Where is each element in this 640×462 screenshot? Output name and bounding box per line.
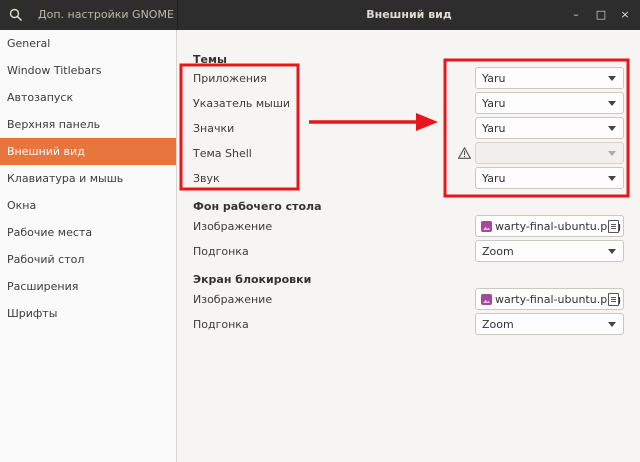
title-bar: Доп. настройки GNOME Внешний вид – □ ×: [0, 0, 640, 30]
app-title: Доп. настройки GNOME: [38, 8, 174, 21]
main-panel: Темы Приложения Yaru Указатель мыши Yaru…: [178, 30, 640, 462]
background-file-name: warty-final-ubuntu.png: [495, 220, 622, 233]
background-adjustment-select[interactable]: Zoom: [475, 240, 624, 262]
lockscreen-heading: Экран блокировки: [193, 273, 312, 286]
maximize-button[interactable]: □: [593, 7, 609, 23]
chevron-down-icon: [608, 249, 616, 254]
sidebar: General Window Titlebars Автозапуск Верх…: [0, 30, 177, 462]
sidebar-item-window-titlebars[interactable]: Window Titlebars: [0, 57, 176, 84]
sidebar-item-workspaces[interactable]: Рабочие места: [0, 219, 176, 246]
icons-theme-value: Yaru: [482, 122, 506, 135]
chevron-down-icon: [608, 322, 616, 327]
document-icon: [608, 293, 619, 306]
cursor-theme-value: Yaru: [482, 97, 506, 110]
applications-theme-select[interactable]: Yaru: [475, 67, 624, 89]
chevron-down-icon: [608, 176, 616, 181]
sound-theme-value: Yaru: [482, 172, 506, 185]
sidebar-item-extensions[interactable]: Расширения: [0, 273, 176, 300]
icons-label: Значки: [193, 122, 235, 135]
shell-theme-select: [475, 142, 624, 164]
applications-theme-value: Yaru: [482, 72, 506, 85]
lockscreen-image-chooser[interactable]: warty-final-ubuntu.png: [475, 288, 624, 310]
sound-theme-select[interactable]: Yaru: [475, 167, 624, 189]
sidebar-item-top-bar[interactable]: Верхняя панель: [0, 111, 176, 138]
sidebar-item-keyboard-mouse[interactable]: Клавиатура и мышь: [0, 165, 176, 192]
warning-icon: [458, 147, 471, 159]
chevron-down-icon: [608, 101, 616, 106]
lockscreen-file-name: warty-final-ubuntu.png: [495, 293, 622, 306]
lockscreen-adjustment-value: Zoom: [482, 318, 514, 331]
lockscreen-adjustment-label: Подгонка: [193, 318, 249, 331]
lockscreen-image-label: Изображение: [193, 293, 273, 306]
cursor-label: Указатель мыши: [193, 97, 291, 110]
shell-theme-label: Тема Shell: [193, 147, 252, 160]
sidebar-item-autostart[interactable]: Автозапуск: [0, 84, 176, 111]
sidebar-item-fonts[interactable]: Шрифты: [0, 300, 176, 327]
image-file-icon: [481, 221, 492, 232]
sidebar-item-windows[interactable]: Окна: [0, 192, 176, 219]
chevron-down-icon: [608, 151, 616, 156]
sidebar-item-appearance[interactable]: Внешний вид: [0, 138, 176, 165]
image-file-icon: [481, 294, 492, 305]
icons-theme-select[interactable]: Yaru: [475, 117, 624, 139]
document-icon: [608, 220, 619, 233]
background-adjustment-label: Подгонка: [193, 245, 249, 258]
background-image-chooser[interactable]: warty-final-ubuntu.png: [475, 215, 624, 237]
close-button[interactable]: ×: [617, 7, 633, 23]
background-image-label: Изображение: [193, 220, 273, 233]
chevron-down-icon: [608, 126, 616, 131]
sidebar-item-desktop[interactable]: Рабочий стол: [0, 246, 176, 273]
applications-label: Приложения: [193, 72, 267, 85]
sound-label: Звук: [193, 172, 220, 185]
sidebar-item-general[interactable]: General: [0, 30, 176, 57]
minimize-button[interactable]: –: [568, 7, 584, 23]
background-adjustment-value: Zoom: [482, 245, 514, 258]
chevron-down-icon: [608, 76, 616, 81]
background-heading: Фон рабочего стола: [193, 200, 322, 213]
lockscreen-adjustment-select[interactable]: Zoom: [475, 313, 624, 335]
search-icon[interactable]: [9, 8, 23, 22]
themes-heading: Темы: [193, 53, 227, 66]
cursor-theme-select[interactable]: Yaru: [475, 92, 624, 114]
